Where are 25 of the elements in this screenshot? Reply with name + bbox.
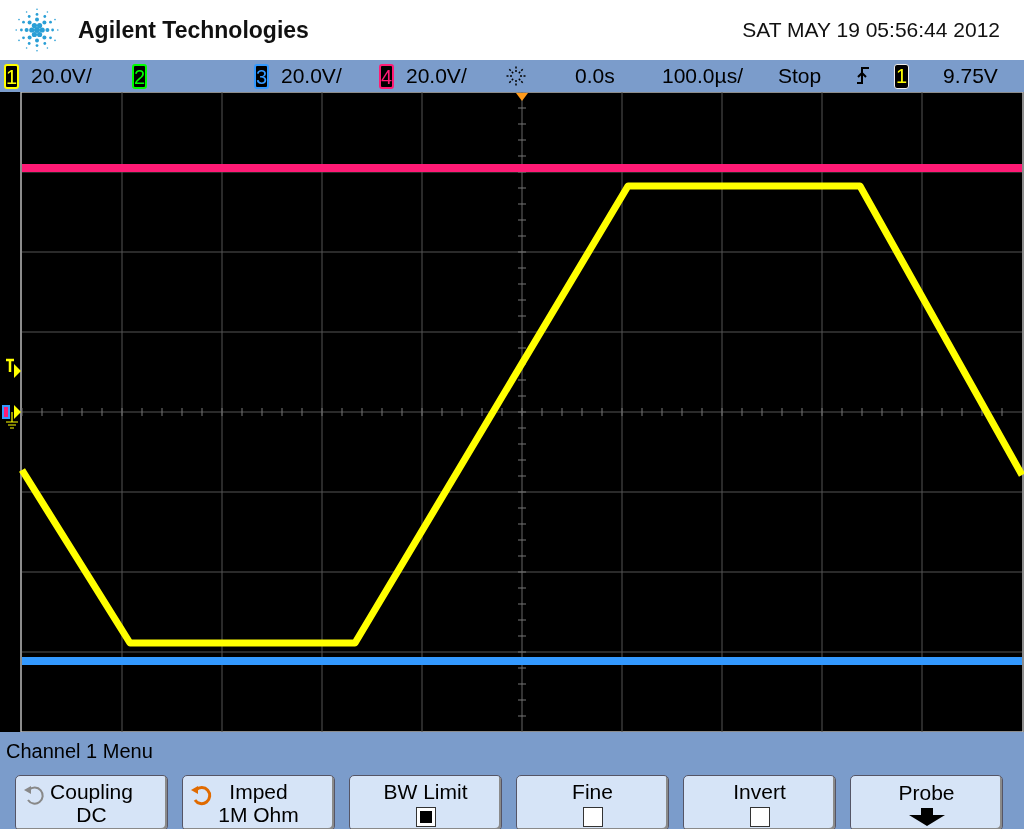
sparkle-icon xyxy=(504,64,528,88)
channel-scale: 20.0V/ xyxy=(281,63,342,90)
trigger-level-marker[interactable] xyxy=(4,358,21,378)
softkey-button[interactable]: Invert xyxy=(683,775,836,829)
channel-number[interactable]: 1 xyxy=(4,63,19,89)
run-state: Stop xyxy=(778,63,822,90)
trigger-source[interactable]: 1 xyxy=(894,63,909,89)
channel-scale: 20.0V/ xyxy=(406,63,467,90)
brand-name: Agilent Technologies xyxy=(78,15,309,45)
softkey-button[interactable]: Probe xyxy=(850,775,1003,829)
softkey-button[interactable]: BW Limit xyxy=(349,775,502,829)
channel-number[interactable]: 3 xyxy=(254,63,269,89)
channel-number[interactable]: 4 xyxy=(379,63,394,89)
softkey-button[interactable]: Coupling DC xyxy=(15,775,168,829)
date-time: SAT MAY 19 05:56:44 2012 xyxy=(742,17,1000,44)
ground-marker[interactable] xyxy=(2,405,21,429)
trigger-edge-icon xyxy=(856,65,870,87)
time-offset: 0.0s xyxy=(575,63,615,90)
softkey-button[interactable]: Fine xyxy=(516,775,669,829)
channel-scale: 20.0V/ xyxy=(31,63,92,90)
time-scale: 100.0µs/ xyxy=(662,63,743,90)
channel-number[interactable]: 2 xyxy=(132,63,147,89)
softkey-button[interactable]: Imped 1M Ohm xyxy=(182,775,335,829)
menu-title: Channel 1 Menu xyxy=(6,739,154,764)
trigger-level: 9.75V xyxy=(943,63,998,90)
